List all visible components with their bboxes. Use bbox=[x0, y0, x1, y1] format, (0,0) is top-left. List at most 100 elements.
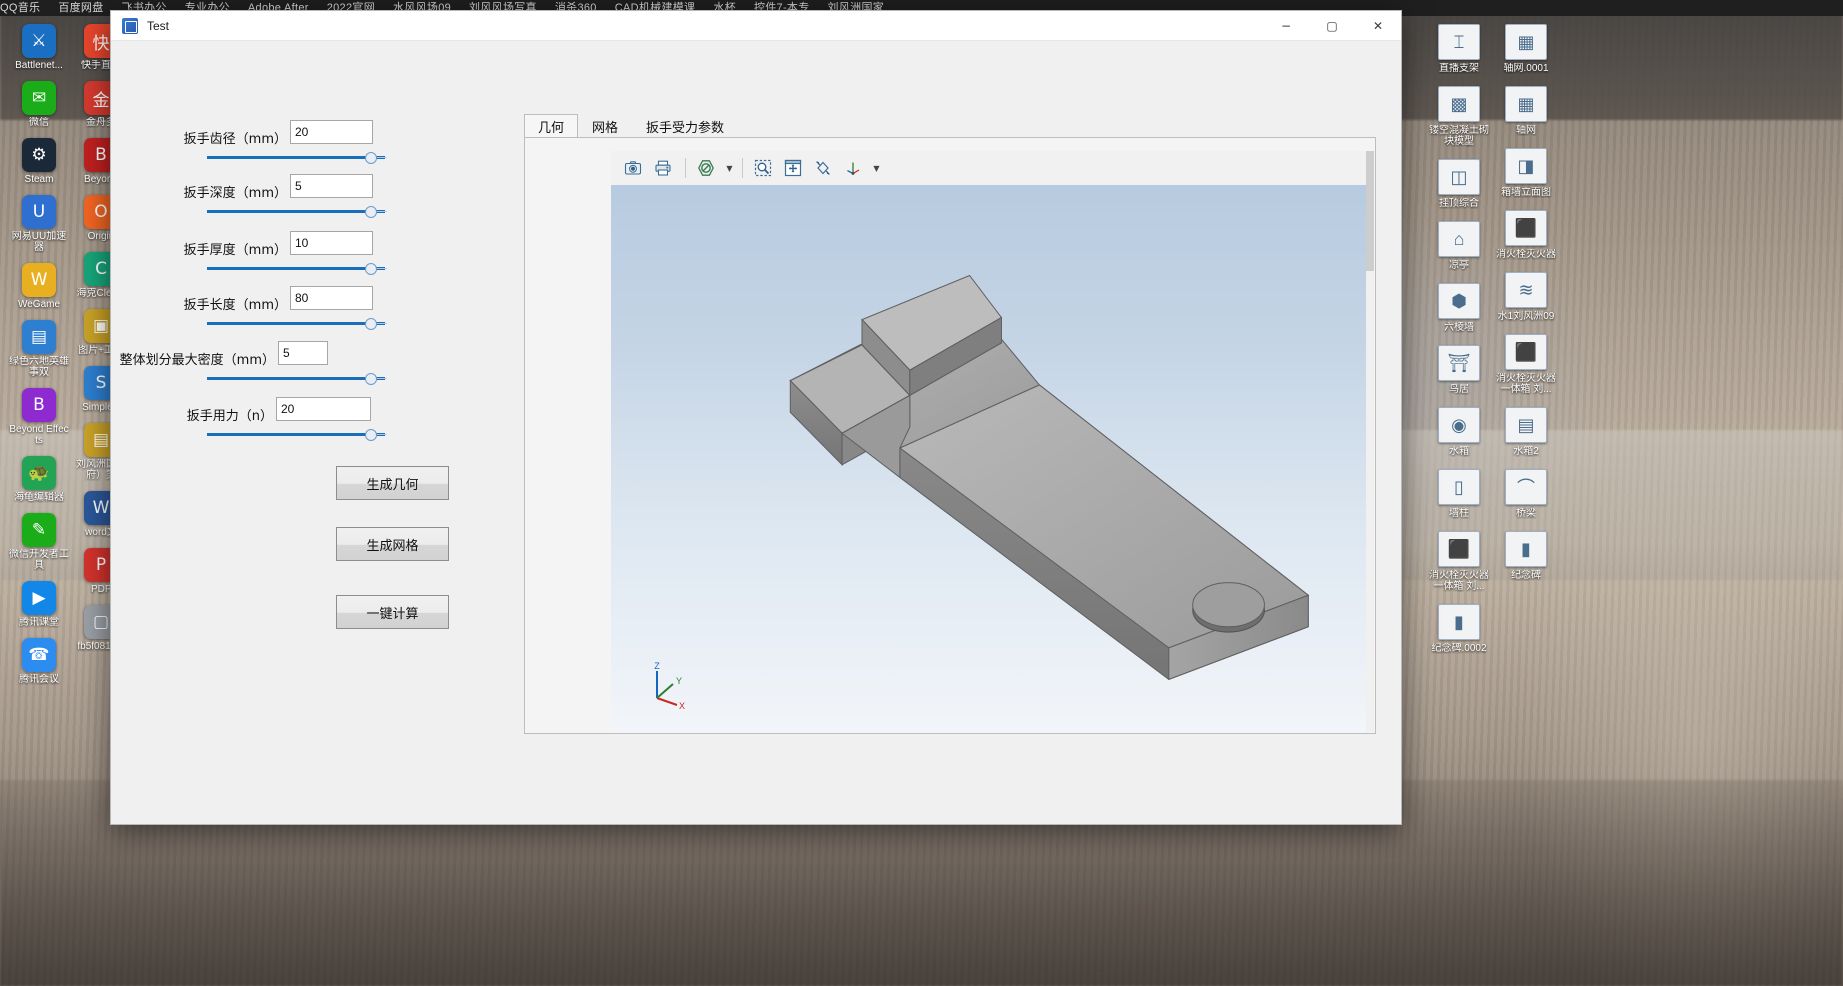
desktop-model-icon-glyph: ▮ bbox=[1438, 604, 1480, 640]
desktop-icon-glyph: B bbox=[22, 388, 56, 422]
action-button-2[interactable]: 生成网格 bbox=[336, 527, 449, 561]
desktop-icon[interactable]: ▶ 腾讯课堂 bbox=[8, 581, 70, 628]
close-button[interactable]: ✕ bbox=[1355, 11, 1401, 40]
desktop-icon-label: 绿色六地英雄事双 bbox=[9, 356, 69, 378]
desktop-icon-label: Steam bbox=[24, 174, 54, 185]
desktop-model-icon[interactable]: ◉ 水箱 bbox=[1428, 407, 1490, 457]
desktop-icon[interactable]: ⚙ Steam bbox=[8, 138, 70, 185]
desktop-icon[interactable]: W WeGame bbox=[8, 263, 70, 310]
no-entry-icon[interactable] bbox=[692, 154, 720, 182]
desktop-icon[interactable]: ⚔ Battlenet... bbox=[8, 24, 70, 71]
desktop-model-icon-glyph: ⬛ bbox=[1505, 210, 1547, 246]
desktop-model-icon[interactable]: ⬛ 消火栓灭火器 bbox=[1495, 210, 1557, 260]
axis-label-z: Z bbox=[654, 661, 660, 671]
desktop-icon[interactable]: ▤ 绿色六地英雄事双 bbox=[8, 320, 70, 378]
parameter-slider-handle[interactable] bbox=[365, 373, 377, 385]
action-button-1[interactable]: 生成几何 bbox=[336, 466, 449, 500]
parameter-slider-track[interactable] bbox=[207, 377, 385, 380]
tab-strip: 几何 网格 扳手受力参数 bbox=[524, 114, 738, 138]
desktop-model-icon[interactable]: ◨ 箱墙立面图 bbox=[1495, 148, 1557, 198]
desktop-model-icon-glyph: ⛩ bbox=[1438, 345, 1480, 381]
tab-2[interactable]: 网格 bbox=[578, 114, 632, 138]
desktop-model-icon[interactable]: ▦ 轴网 bbox=[1495, 86, 1557, 136]
desktop-model-icon[interactable]: ⌶ 直播支架 bbox=[1428, 24, 1490, 74]
tab-3[interactable]: 扳手受力参数 bbox=[632, 114, 738, 138]
desktop-icon-label: 腾讯会议 bbox=[19, 674, 59, 685]
desktop-icon[interactable]: ☎ 腾讯会议 bbox=[8, 638, 70, 685]
desktop-model-icon[interactable]: ▮ 纪念碑.0002 bbox=[1428, 604, 1490, 654]
minimize-button[interactable]: − bbox=[1263, 11, 1309, 40]
parameter-slider-track[interactable] bbox=[207, 210, 385, 213]
parameter-input[interactable] bbox=[276, 397, 371, 421]
desktop-model-icon-glyph: ⬢ bbox=[1438, 283, 1480, 319]
zoom-box-icon[interactable] bbox=[749, 154, 777, 182]
desktop-model-icon[interactable]: ⛩ 鸟居 bbox=[1428, 345, 1490, 395]
parameter-input[interactable] bbox=[290, 120, 373, 144]
desktop-icon[interactable]: B Beyond Effects bbox=[8, 388, 70, 446]
model-viewer: ▼ ▼ Z Y X bbox=[611, 151, 1374, 732]
desktop-model-icon[interactable]: ◫ 挂顶综合 bbox=[1428, 159, 1490, 209]
viewer-scrollbar-thumb[interactable] bbox=[1366, 151, 1374, 271]
parameter-input[interactable] bbox=[290, 174, 373, 198]
parameter-slider-track[interactable] bbox=[207, 322, 385, 325]
parameter-slider-handle[interactable] bbox=[365, 206, 377, 218]
desktop-model-icon[interactable]: ▮ 纪念碑 bbox=[1495, 531, 1557, 581]
desktop-icon[interactable]: U 网易UU加速器 bbox=[8, 195, 70, 253]
viewport-canvas[interactable]: Z Y X bbox=[611, 185, 1374, 732]
top-strip-item: 百度网盘 bbox=[58, 2, 104, 14]
desktop-icon-label: Battlenet... bbox=[15, 60, 63, 71]
desktop-model-icon[interactable]: ⬢ 六棱墙 bbox=[1428, 283, 1490, 333]
application-window: Test − ▢ ✕ 扳手齿径（mm） 扳手深度（mm） 扳手厚度（mm） 扳手长度（… bbox=[110, 10, 1402, 825]
window-body: 扳手齿径（mm） 扳手深度（mm） 扳手厚度（mm） 扳手长度（mm） 整体划分最大密度… bbox=[111, 41, 1401, 824]
desktop-model-icon-glyph: ≋ bbox=[1505, 272, 1547, 308]
desktop-icon[interactable]: ✎ 微信开发者工具 bbox=[8, 513, 70, 571]
tab-1[interactable]: 几何 bbox=[524, 114, 579, 138]
desktop-model-icon[interactable]: ▩ 镂空混凝土砌块模型 bbox=[1428, 86, 1490, 147]
parameter-slider-track[interactable] bbox=[207, 156, 385, 159]
desktop-model-icon-label: 纪念碑 bbox=[1511, 570, 1541, 581]
viewer-scrollbar[interactable] bbox=[1366, 151, 1374, 732]
desktop-model-icon[interactable]: ▯ 墙柱 bbox=[1428, 469, 1490, 519]
desktop-model-icon-label: 水箱2 bbox=[1513, 446, 1539, 457]
desktop-model-icon[interactable]: ⌒ 桥梁 bbox=[1495, 469, 1557, 519]
desktop-icon-label: WeGame bbox=[17, 299, 61, 310]
parameter-slider-handle[interactable] bbox=[365, 263, 377, 275]
print-icon[interactable] bbox=[649, 154, 677, 182]
desktop-model-icon-glyph: ▯ bbox=[1438, 469, 1480, 505]
desktop-model-icon[interactable]: ▤ 水箱2 bbox=[1495, 407, 1557, 457]
parameter-label: 扳手厚度（mm） bbox=[183, 243, 287, 258]
parameter-input[interactable] bbox=[290, 231, 373, 255]
action-button-3[interactable]: 一键计算 bbox=[336, 595, 449, 629]
desktop-model-icon[interactable]: ≋ 水1刘风洲09 bbox=[1495, 272, 1557, 322]
parameter-slider-handle[interactable] bbox=[365, 152, 377, 164]
axis-dropdown-caret-icon[interactable]: ▼ bbox=[870, 164, 883, 173]
axis-icon[interactable] bbox=[839, 154, 867, 182]
parameter-slider-track[interactable] bbox=[207, 267, 385, 270]
parameter-row: 扳手齿径（mm） bbox=[184, 115, 479, 165]
parameter-input[interactable] bbox=[290, 286, 373, 310]
parameter-slider-handle[interactable] bbox=[365, 318, 377, 330]
parameter-row: 扳手厚度（mm） bbox=[184, 226, 479, 276]
fit-view-icon[interactable] bbox=[779, 154, 807, 182]
window-title-bar[interactable]: Test − ▢ ✕ bbox=[111, 11, 1401, 41]
desktop-model-icon[interactable]: ▦ 轴网.0001 bbox=[1495, 24, 1557, 74]
desktop-icon-label: 微信开发者工具 bbox=[9, 549, 69, 571]
maximize-button[interactable]: ▢ bbox=[1309, 11, 1355, 40]
desktop-icon[interactable]: ✉ 微信 bbox=[8, 81, 70, 128]
desktop-model-icon-label: 纪念碑.0002 bbox=[1431, 643, 1487, 654]
parameter-slider-handle[interactable] bbox=[365, 429, 377, 441]
desktop-model-icon[interactable]: ⌂ 凉亭 bbox=[1428, 221, 1490, 271]
dropdown-caret-icon[interactable]: ▼ bbox=[723, 164, 736, 173]
rotate-icon[interactable] bbox=[809, 154, 837, 182]
desktop-model-icon-label: 消火栓灭火器一体箱 刘... bbox=[1496, 373, 1556, 395]
desktop-icon-label: Beyond Effects bbox=[9, 424, 69, 446]
desktop-icon[interactable]: 🐢 海龟编辑器 bbox=[8, 456, 70, 503]
screenshot-icon[interactable] bbox=[619, 154, 647, 182]
parameter-input[interactable] bbox=[278, 341, 328, 365]
parameter-slider-track[interactable] bbox=[207, 433, 385, 436]
desktop-model-icon-label: 水箱 bbox=[1449, 446, 1469, 457]
desktop-model-icon-glyph: ▦ bbox=[1505, 24, 1547, 60]
window-title: Test bbox=[147, 18, 170, 33]
desktop-model-icon[interactable]: ⬛ 消火栓灭火器一体箱 刘... bbox=[1428, 531, 1490, 592]
desktop-model-icon[interactable]: ⬛ 消火栓灭火器一体箱 刘... bbox=[1495, 334, 1557, 395]
